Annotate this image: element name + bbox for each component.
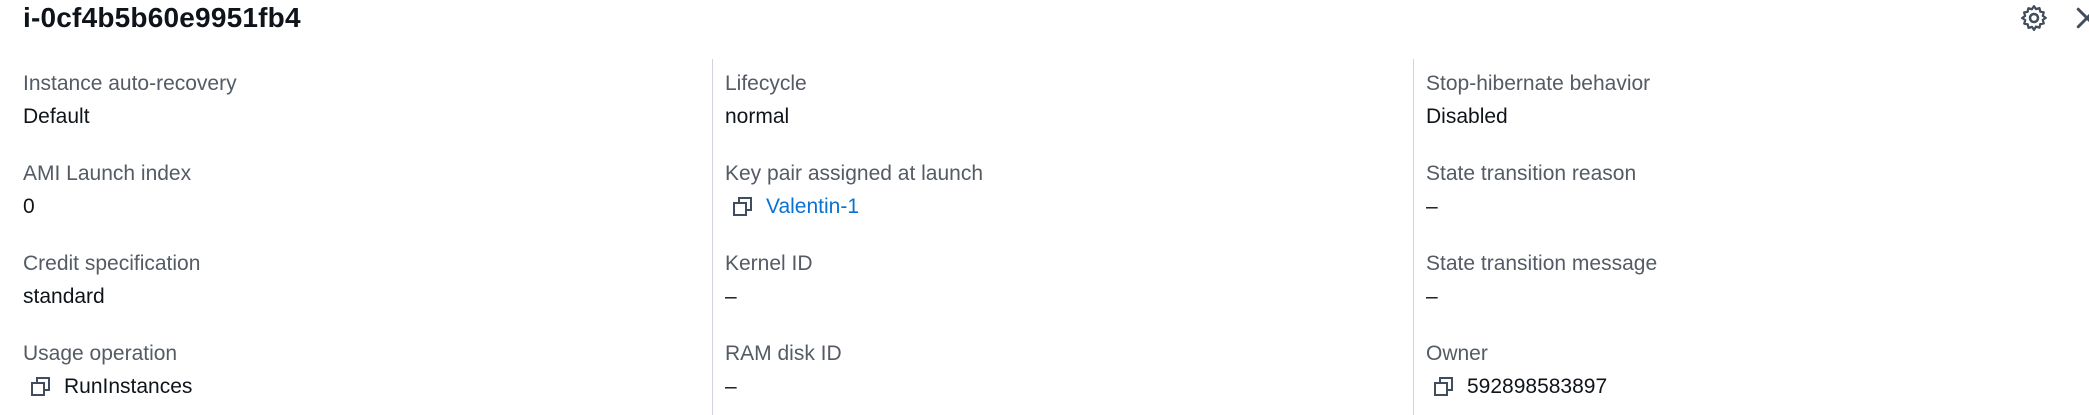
field-value: Disabled <box>1426 105 1508 128</box>
copy-icon[interactable] <box>732 196 754 218</box>
field-value: Valentin-1 <box>725 195 1393 219</box>
field-value: Default <box>23 105 90 128</box>
close-icon[interactable] <box>2072 3 2089 33</box>
field-credit-specification: Credit specification standard <box>23 239 693 329</box>
field-instance-auto-recovery: Instance auto-recovery Default <box>23 59 693 149</box>
field-usage-operation: Usage operation RunInstances <box>23 329 693 415</box>
field-label: Lifecycle <box>725 72 807 95</box>
field-value: 592898583897 <box>1426 375 2089 399</box>
field-label: Stop-hibernate behavior <box>1426 72 1651 95</box>
field-label: Credit specification <box>23 252 201 275</box>
field-label: Instance auto-recovery <box>23 72 237 95</box>
field-label: State transition message <box>1426 252 1658 275</box>
field-label: AMI Launch index <box>23 162 192 185</box>
field-label: Usage operation <box>23 342 178 365</box>
field-label: State transition reason <box>1426 162 1637 185</box>
field-value: standard <box>23 285 105 308</box>
field-value: RunInstances <box>23 375 693 399</box>
copy-icon[interactable] <box>1433 376 1455 398</box>
field-owner: Owner 592898583897 <box>1426 329 2089 415</box>
key-pair-link[interactable]: Valentin-1 <box>766 195 859 219</box>
details-column-1: Instance auto-recovery Default AMI Launc… <box>23 59 693 415</box>
copy-icon[interactable] <box>30 376 52 398</box>
instance-details-panel: i-0cf4b5b60e9951fb4 Instance auto-recove… <box>0 0 2089 415</box>
field-lifecycle: Lifecycle normal <box>725 59 1393 149</box>
details-column-3: Stop-hibernate behavior Disabled State t… <box>1413 59 2089 415</box>
field-label: Kernel ID <box>725 252 813 275</box>
field-state-transition-reason: State transition reason – <box>1426 149 2089 239</box>
field-label: RAM disk ID <box>725 342 842 365</box>
field-value: – <box>725 375 737 398</box>
instance-id-title: i-0cf4b5b60e9951fb4 <box>23 2 301 33</box>
field-stop-hibernate-behavior: Stop-hibernate behavior Disabled <box>1426 59 2089 149</box>
field-ram-disk-id: RAM disk ID – <box>725 329 1393 415</box>
field-value: 0 <box>23 195 35 218</box>
field-value: – <box>1426 285 1438 308</box>
field-value: – <box>1426 195 1438 218</box>
field-state-transition-message: State transition message – <box>1426 239 2089 329</box>
gear-icon[interactable] <box>2019 3 2049 33</box>
field-value: – <box>725 285 737 308</box>
field-label: Key pair assigned at launch <box>725 162 983 185</box>
field-key-pair: Key pair assigned at launch Valentin-1 <box>725 149 1393 239</box>
field-ami-launch-index: AMI Launch index 0 <box>23 149 693 239</box>
field-label: Owner <box>1426 342 1488 365</box>
details-column-2: Lifecycle normal Key pair assigned at la… <box>712 59 1393 415</box>
field-value: normal <box>725 105 790 128</box>
field-kernel-id: Kernel ID – <box>725 239 1393 329</box>
